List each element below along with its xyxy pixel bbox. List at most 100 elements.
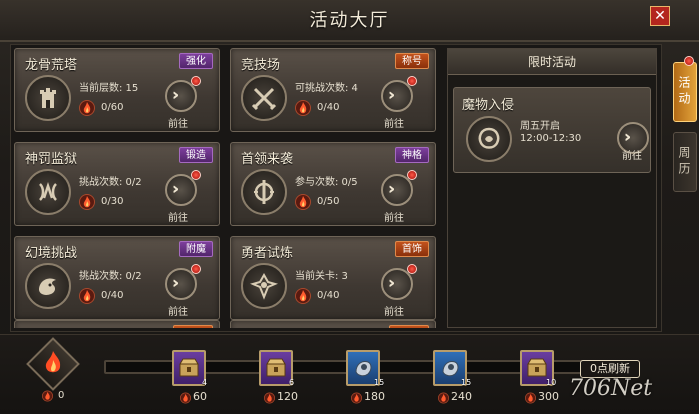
reward-tag (173, 325, 213, 328)
go-label: 前往 (622, 151, 642, 162)
go-label: 前往 (168, 119, 188, 130)
window-title: 活动大厅 (309, 10, 390, 31)
event-time: 12:00-12:30 (520, 133, 582, 144)
chest-quantity: 15 (374, 378, 385, 387)
limited-events-panel: 限时活动 魔物入侵 周五开启 12:00-12:30 ›› 前往 (447, 48, 657, 328)
reward-tag: 神格 (395, 147, 429, 163)
boss-icon (241, 169, 287, 215)
activity-card[interactable] (14, 320, 220, 328)
tab-activities[interactable]: 活动 (673, 62, 697, 122)
activity-card[interactable]: 竞技场 称号 可挑战次数: 4 0/40 ›› 前往 (230, 48, 436, 132)
notification-dot (407, 264, 417, 274)
activity-name: 竞技场 (241, 58, 281, 73)
activity-name: 首领来袭 (241, 152, 294, 167)
prison-icon (25, 169, 71, 215)
challenge-info: 挑战次数: 0/2 (79, 177, 142, 188)
flame-icon (438, 392, 449, 404)
activity-points: 0/50 (317, 196, 340, 207)
close-button[interactable]: ✕ (650, 6, 670, 26)
activity-points: 0/40 (101, 290, 124, 301)
activity-name: 勇者试炼 (241, 246, 294, 261)
flame-icon (295, 100, 311, 116)
reward-tag: 附魔 (179, 241, 213, 257)
activity-points: 0/40 (317, 102, 340, 113)
flame-icon (180, 392, 191, 404)
notification-dot (407, 170, 417, 180)
monster-icon (466, 116, 512, 162)
dragon-icon (25, 263, 71, 309)
flame-icon (42, 390, 53, 402)
activity-card[interactable]: 龙骨荒塔 强化 当前层数: 15 0/60 ›› 前往 (14, 48, 220, 132)
go-label: 前往 (384, 119, 404, 130)
chest-quantity: 10 (546, 378, 557, 387)
treasure-chest-icon (266, 358, 286, 377)
crossed-swords-icon (241, 75, 287, 121)
double-chevron-icon: ›› (172, 85, 180, 104)
flame-icon (79, 288, 95, 304)
activity-card[interactable]: 首领来袭 神格 参与次数: 0/5 0/50 ›› 前往 (230, 142, 436, 226)
chest-quantity: 6 (289, 378, 295, 387)
reward-chest[interactable] (259, 350, 293, 386)
double-chevron-icon: ›› (172, 179, 180, 198)
treasure-chest-icon (179, 358, 199, 377)
trial-icon (241, 263, 287, 309)
activity-card[interactable]: 勇者试炼 首饰 当前关卡: 3 0/40 ›› 前往 (230, 236, 436, 320)
go-label: 前往 (168, 307, 188, 318)
chest-quantity: 4 (202, 378, 208, 387)
activity-card[interactable]: 幻境挑战 附魔 挑战次数: 0/2 0/40 ›› 前往 (14, 236, 220, 320)
reward-tag (389, 325, 429, 328)
reward-tag: 称号 (395, 53, 429, 69)
double-chevron-icon: ›› (388, 179, 396, 198)
go-label: 前往 (384, 213, 404, 224)
notification-dot (191, 170, 201, 180)
milestone-score: 300 (538, 390, 559, 403)
notification-dot (684, 56, 694, 66)
watermark: 706Net (569, 376, 653, 401)
milestone-score: 120 (277, 390, 298, 403)
reward-tag: 锻造 (179, 147, 213, 163)
flame-icon (79, 100, 95, 116)
limited-event-card[interactable]: 魔物入侵 周五开启 12:00-12:30 ›› 前往 (453, 87, 651, 173)
current-score: 0 (58, 390, 65, 401)
notification-dot (407, 76, 417, 86)
activity-card[interactable]: 神罚监狱 锻造 挑战次数: 0/2 0/30 ›› 前往 (14, 142, 220, 226)
go-label: 前往 (168, 213, 188, 224)
notification-dot (191, 76, 201, 86)
event-schedule: 周五开启 (520, 121, 560, 132)
challenge-info: 挑战次数: 0/2 (79, 271, 142, 282)
chest-quantity: 15 (461, 378, 472, 387)
reward-chest[interactable] (172, 350, 206, 386)
milestone-score: 180 (364, 390, 385, 403)
flame-icon (295, 288, 311, 304)
flame-icon (295, 194, 311, 210)
limited-events-header: 限时活动 (448, 49, 656, 75)
double-chevron-icon: ›› (624, 127, 632, 146)
double-chevron-icon: ›› (388, 85, 396, 104)
stage-info: 当前关卡: 3 (295, 271, 348, 282)
activity-points: 0/60 (101, 102, 124, 113)
reward-tag: 首饰 (395, 241, 429, 257)
tab-weekly-calendar[interactable]: 周历 (673, 132, 697, 192)
activity-card[interactable] (230, 320, 436, 328)
double-chevron-icon: ›› (172, 273, 180, 292)
activity-name: 龙骨荒塔 (25, 58, 78, 73)
flame-icon (79, 194, 95, 210)
challenge-info: 可挑战次数: 4 (295, 83, 358, 94)
reward-tag: 强化 (179, 53, 213, 69)
activity-points: 0/30 (101, 196, 124, 207)
activity-points: 0/40 (317, 290, 340, 301)
flame-icon (351, 392, 362, 404)
activity-name: 幻境挑战 (25, 246, 78, 261)
flame-icon (525, 392, 536, 404)
notification-dot (191, 264, 201, 274)
flame-icon (264, 392, 275, 404)
floor-info: 当前层数: 15 (79, 83, 139, 94)
participation-info: 参与次数: 0/5 (295, 177, 358, 188)
activity-name: 神罚监狱 (25, 152, 78, 167)
go-label: 前往 (384, 307, 404, 318)
flame-icon (45, 351, 61, 373)
event-name: 魔物入侵 (462, 98, 515, 113)
milestone-score: 240 (451, 390, 472, 403)
activity-grid: 龙骨荒塔 强化 当前层数: 15 0/60 ›› 前往 竞技场 称号 可挑战次数… (14, 48, 440, 328)
double-chevron-icon: ›› (388, 273, 396, 292)
